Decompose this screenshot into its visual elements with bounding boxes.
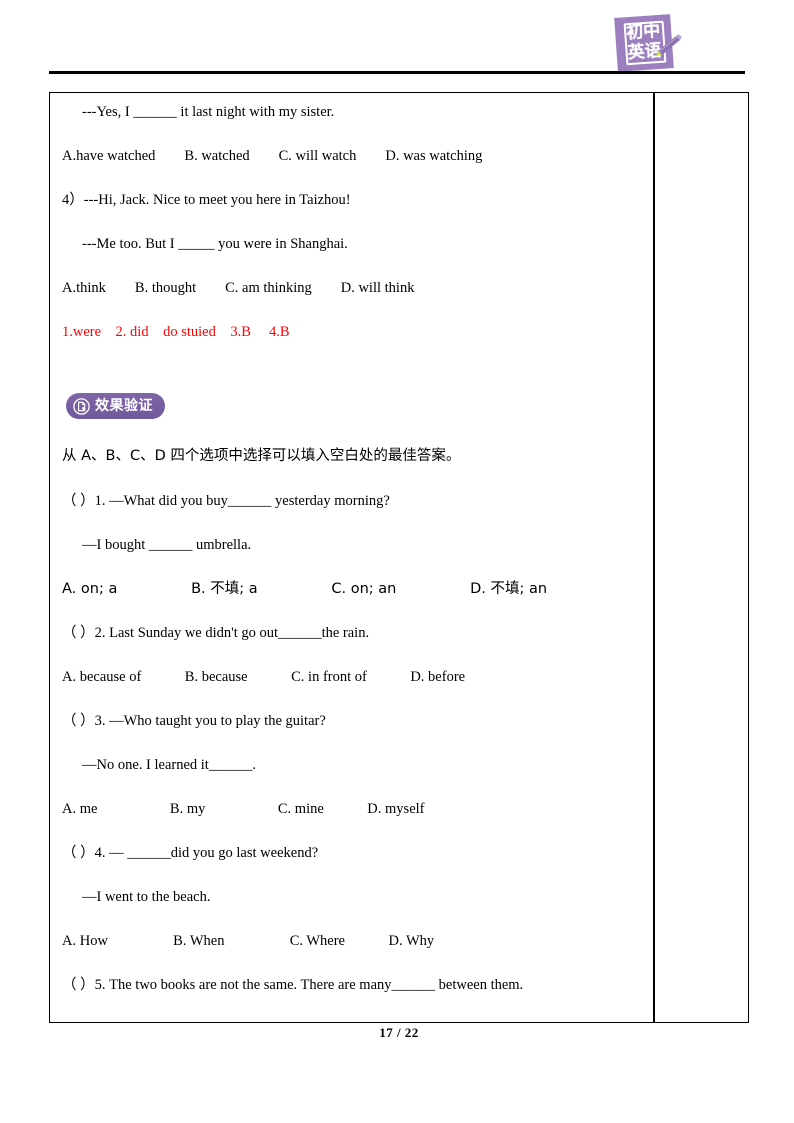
- question-2-stem: （ ）2. Last Sunday we didn't go out______…: [62, 624, 370, 641]
- q3-answer-line: ---Yes, I ______ it last night with my s…: [82, 104, 335, 120]
- q4-prompt: 4）---Hi, Jack. Nice to meet you here in …: [62, 192, 351, 208]
- question-3-reply: —No one. I learned it______.: [82, 756, 256, 773]
- section-badge-label: 效果验证: [95, 397, 153, 414]
- main-content-column: ---Yes, I ______ it last night with my s…: [50, 93, 653, 1022]
- page-header: 初中 英语: [0, 0, 794, 74]
- question-1-reply: —I bought ______ umbrella.: [82, 536, 252, 553]
- question-1-stem: （ ）1. —What did you buy______ yesterday …: [62, 492, 390, 509]
- document-check-circle-icon: [73, 397, 90, 415]
- pencil-icon: [656, 34, 682, 56]
- question-2-options: A. because of B. because C. in front of …: [62, 668, 466, 685]
- question-4-stem: （ ）4. — ______did you go last weekend?: [62, 844, 319, 861]
- header-divider-rule: [49, 71, 745, 74]
- question-1-options: A. on; a B. 不填; a C. on; an D. 不填; an: [62, 580, 548, 597]
- question-3-options: A. me B. my C. mine D. myself: [62, 800, 425, 817]
- q3-options: A.have watched B. watched C. will watch …: [62, 148, 483, 164]
- page-footer: 17 / 22: [49, 1023, 749, 1043]
- section-badge: 效果验证: [66, 393, 165, 419]
- question-4-options: A. How B. When C. Where D. Why: [62, 932, 435, 949]
- document-content-table: ---Yes, I ______ it last night with my s…: [49, 92, 749, 1023]
- q4-answer-line: ---Me too. But I _____ you were in Shang…: [82, 236, 348, 252]
- question-3-stem: （ ）3. —Who taught you to play the guitar…: [62, 712, 326, 729]
- answer-key-line: 1.were 2. did do stuied 3.B 4.B: [62, 324, 290, 340]
- page-number: 17 / 22: [379, 1025, 419, 1040]
- side-annotation-column: [655, 93, 748, 1022]
- question-4-reply: —I went to the beach.: [82, 888, 211, 905]
- section-instruction: 从 A、B、C、D 四个选项中选择可以填入空白处的最佳答案。: [62, 447, 461, 464]
- q4-options: A.think B. thought C. am thinking D. wil…: [62, 280, 415, 296]
- question-5-stem: （ ）5. The two books are not the same. Th…: [62, 976, 524, 993]
- brand-logo: 初中 英语: [612, 14, 684, 72]
- section-badge-wrap: 效果验证: [66, 393, 641, 420]
